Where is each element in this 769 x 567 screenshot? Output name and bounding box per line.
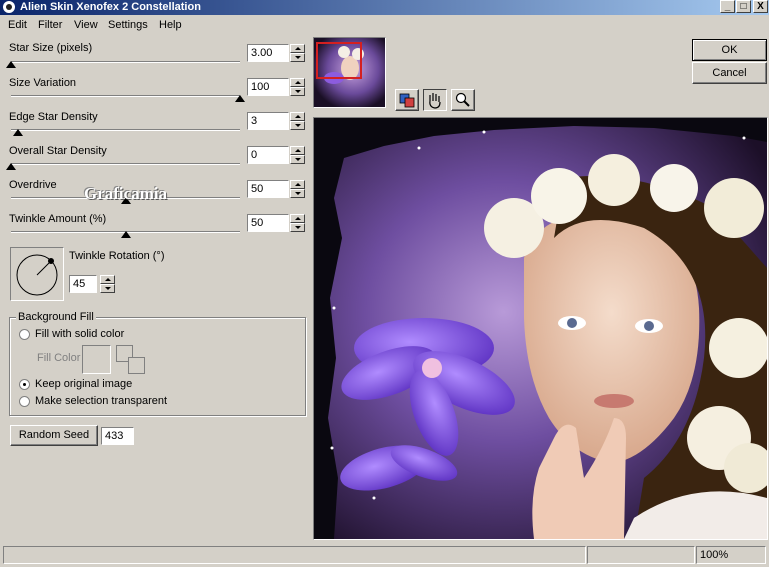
hand-pan-icon [429, 93, 441, 109]
twinkle-amount-input[interactable]: 50 [247, 214, 289, 232]
menu-help[interactable]: Help [159, 19, 182, 31]
edge-star-density-spinner[interactable] [290, 112, 305, 130]
thumbnail-image [314, 38, 385, 107]
preview-toggle-button[interactable] [395, 89, 419, 111]
preview-area[interactable] [313, 117, 768, 540]
edge-star-density-input[interactable]: 3 [247, 112, 289, 130]
random-seed-input[interactable]: 433 [101, 427, 134, 445]
overall-star-density-thumb[interactable] [6, 163, 16, 170]
overdrive-label: Overdrive [9, 179, 57, 191]
size-variation-thumb[interactable] [235, 95, 245, 102]
twinkle-amount-thumb[interactable] [120, 231, 131, 238]
make-transparent-radio[interactable] [19, 396, 30, 407]
twinkle-amount-label: Twinkle Amount (%) [9, 213, 107, 225]
title-bar: Alien Skin Xenofex 2 Constellation _ □ X [0, 0, 769, 15]
rotation-dial-icon [16, 254, 58, 296]
random-seed-button[interactable]: Random Seed [10, 425, 98, 446]
menu-settings[interactable]: Settings [108, 19, 148, 31]
window-title: Alien Skin Xenofex 2 Constellation [20, 1, 201, 13]
fill-solid-radio[interactable] [19, 329, 30, 340]
menu-edit[interactable]: Edit [8, 19, 27, 31]
background-fill-title: Background Fill [16, 311, 96, 323]
overall-star-density-track[interactable] [11, 163, 240, 165]
swap-colors-icon-back [128, 357, 145, 374]
overdrive-input[interactable]: 50 [247, 180, 289, 198]
overdrive-spinner[interactable] [290, 180, 305, 198]
minimize-button[interactable]: _ [720, 0, 735, 13]
edge-star-density-label: Edge Star Density [9, 111, 98, 123]
menu-view[interactable]: View [74, 19, 98, 31]
zoom-button[interactable] [451, 89, 475, 111]
twinkle-rotation-label: Twinkle Rotation (°) [69, 250, 165, 262]
zoom-magnifier-icon [455, 92, 470, 107]
star-size-thumb[interactable] [6, 61, 16, 68]
ok-button[interactable]: OK [692, 39, 767, 61]
star-size-input[interactable]: 3.00 [247, 44, 289, 62]
star-size-label: Star Size (pixels) [9, 42, 93, 54]
size-variation-track[interactable] [11, 95, 240, 97]
star-size-track[interactable] [11, 61, 240, 63]
twinkle-amount-spinner[interactable] [290, 214, 305, 232]
keep-original-radio[interactable] [19, 379, 30, 390]
zoom-level: 100% [696, 546, 766, 564]
size-variation-spinner[interactable] [290, 78, 305, 96]
fill-color-swatch[interactable] [82, 345, 111, 374]
status-pane [587, 546, 695, 564]
twinkle-rotation-input[interactable]: 45 [69, 275, 97, 293]
overall-star-density-spinner[interactable] [290, 146, 305, 164]
menu-bar: Edit Filter View Settings Help [0, 16, 769, 35]
hand-pan-button[interactable] [423, 89, 447, 111]
fill-solid-label: Fill with solid color [35, 328, 125, 340]
size-variation-label: Size Variation [9, 77, 77, 89]
preview-toggle-icon [399, 93, 415, 108]
maximize-button[interactable]: □ [736, 0, 751, 13]
twinkle-rotation-spinner[interactable] [100, 275, 115, 293]
star-size-spinner[interactable] [290, 44, 305, 62]
size-variation-input[interactable]: 100 [247, 78, 289, 96]
make-transparent-label: Make selection transparent [35, 395, 168, 407]
twinkle-rotation-dial[interactable] [10, 247, 64, 301]
overall-star-density-label: Overall Star Density [9, 145, 107, 157]
thumbnail-navigator[interactable] [313, 37, 386, 108]
keep-original-label: Keep original image [35, 378, 133, 390]
close-button[interactable]: X [753, 0, 768, 13]
app-icon [3, 1, 15, 13]
status-message [3, 546, 586, 564]
fill-color-label: Fill Color [37, 352, 81, 364]
overall-star-density-input[interactable]: 0 [247, 146, 289, 164]
menu-filter[interactable]: Filter [38, 19, 62, 31]
preview-image [314, 118, 767, 539]
edge-star-density-track[interactable] [11, 129, 240, 131]
watermark-text: Graficamia [84, 184, 168, 203]
cancel-button[interactable]: Cancel [692, 62, 767, 84]
edge-star-density-thumb[interactable] [12, 129, 23, 136]
